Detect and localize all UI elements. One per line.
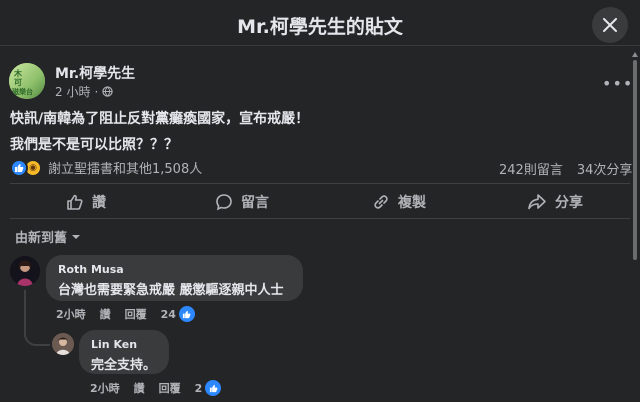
divider-top bbox=[10, 183, 630, 184]
commenter-avatar[interactable] bbox=[10, 256, 40, 286]
like-button[interactable]: 讚 bbox=[66, 192, 106, 212]
reply-like-button[interactable]: 讚 bbox=[134, 380, 145, 396]
comment-meta: 2小時 讚 回覆 24 bbox=[56, 306, 195, 322]
like-reaction-icon bbox=[10, 158, 28, 177]
reply-commenter-avatar[interactable] bbox=[52, 333, 74, 355]
link-icon bbox=[374, 195, 388, 209]
comment-bubble: Roth Musa 台灣也需要緊急戒嚴 嚴懲驅逐親中人士 bbox=[46, 255, 303, 301]
close-icon bbox=[603, 18, 617, 32]
commenter-name[interactable]: Roth Musa bbox=[58, 263, 291, 276]
reply-like-count-number: 2 bbox=[194, 381, 203, 395]
comment-button-label: 留言 bbox=[241, 195, 269, 211]
comment-icon bbox=[216, 194, 232, 211]
comment-like-count[interactable]: 24 bbox=[161, 306, 195, 322]
reply-meta: 2小時 讚 回覆 2 bbox=[90, 380, 222, 396]
dot-separator: · bbox=[94, 84, 99, 99]
more-options-icon[interactable]: ••• bbox=[602, 74, 633, 93]
reply-time[interactable]: 2小時 bbox=[90, 380, 120, 396]
comment-like-button[interactable]: 讚 bbox=[100, 306, 111, 322]
share-icon bbox=[528, 194, 546, 210]
post-meta: 2 小時 · bbox=[55, 83, 113, 100]
like-badge-icon bbox=[205, 380, 222, 396]
post-time[interactable]: 2 小時 bbox=[55, 83, 90, 100]
comments-count[interactable]: 242則留言 bbox=[499, 159, 563, 178]
like-badge-icon bbox=[178, 306, 195, 322]
post-author[interactable]: Mr.柯學先生 bbox=[55, 63, 135, 83]
comment-time[interactable]: 2小時 bbox=[56, 306, 86, 322]
reactions-summary[interactable]: ◉ 謝立聖擂書和其他1,508人 bbox=[10, 158, 202, 177]
reply-reply-button[interactable]: 回覆 bbox=[159, 380, 181, 396]
scrollbar-thumb[interactable] bbox=[633, 60, 637, 260]
reactions-text: 謝立聖擂書和其他1,508人 bbox=[48, 162, 203, 177]
comment-reply-button[interactable]: 回覆 bbox=[125, 306, 147, 322]
reply-bubble: Lin Ken 完全支持。 bbox=[79, 330, 169, 374]
close-button[interactable] bbox=[592, 7, 628, 43]
sort-dropdown[interactable]: 由新到舊 bbox=[15, 227, 81, 246]
reply-thread-line bbox=[24, 290, 50, 346]
caret-down-icon bbox=[72, 234, 81, 239]
scroll-up-arrow[interactable] bbox=[632, 52, 638, 57]
reply-text: 完全支持。 bbox=[91, 358, 157, 373]
post-counts: 242則留言 34次分享 bbox=[499, 159, 632, 178]
reply-commenter-name[interactable]: Lin Ken bbox=[91, 338, 157, 351]
reply-like-count[interactable]: 2 bbox=[195, 380, 222, 396]
share-button-label: 分享 bbox=[555, 195, 583, 211]
copy-button[interactable]: 複製 bbox=[372, 192, 426, 212]
globe-icon bbox=[102, 86, 113, 97]
comment-button[interactable]: 留言 bbox=[215, 192, 269, 212]
comment-like-count-number: 24 bbox=[160, 307, 176, 321]
dialog-title: Mr.柯學先生的貼文 bbox=[237, 16, 403, 38]
avatar-char-3: 磁樂台 bbox=[12, 88, 33, 96]
sort-label: 由新到舊 bbox=[15, 231, 68, 246]
thumbs-up-icon bbox=[67, 194, 83, 210]
page-avatar[interactable]: 木 可 磁樂台 bbox=[9, 63, 45, 99]
divider-bottom bbox=[10, 218, 630, 219]
share-button[interactable]: 分享 bbox=[527, 192, 583, 212]
post-text-line-2: 我們是不是可以比照？？？ bbox=[10, 137, 178, 153]
dialog-header: Mr.柯學先生的貼文 bbox=[0, 0, 640, 46]
copy-button-label: 複製 bbox=[398, 195, 426, 211]
post-text-line-1: 快訊/南韓為了阻止反對黨癱瘓國家，宣布戒嚴！ bbox=[10, 111, 310, 127]
like-button-label: 讚 bbox=[92, 195, 106, 211]
comment-text: 台灣也需要緊急戒嚴 嚴懲驅逐親中人士 bbox=[58, 283, 284, 298]
shares-count[interactable]: 34次分享 bbox=[577, 159, 633, 178]
